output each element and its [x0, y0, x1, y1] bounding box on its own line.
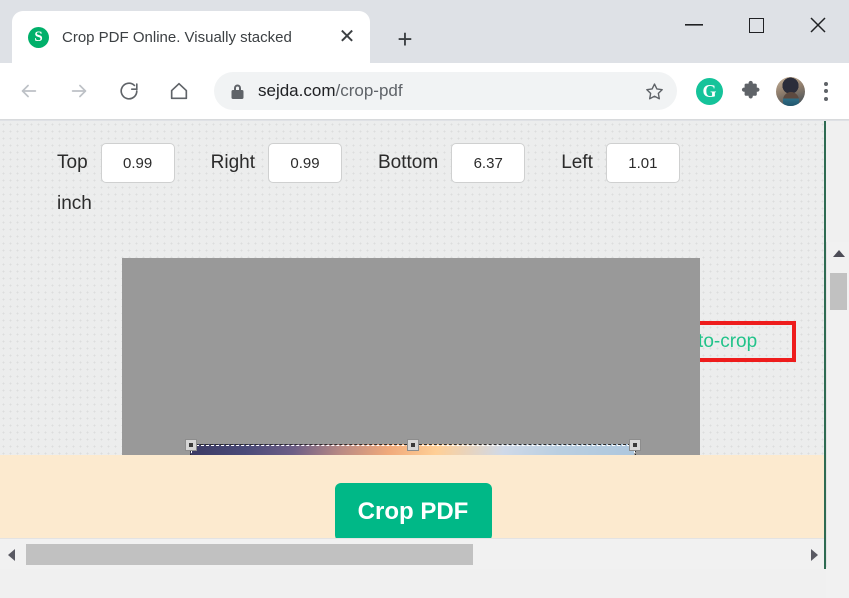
forward-arrow-icon[interactable] — [58, 70, 100, 112]
minimize-button[interactable] — [663, 0, 725, 50]
vertical-scroll-thumb[interactable] — [830, 273, 847, 310]
crop-field-top: Top 0.99 — [57, 143, 175, 183]
horizontal-scrollbar[interactable] — [0, 538, 824, 569]
crop-pdf-button[interactable]: Crop PDF — [334, 483, 492, 541]
grammarly-extension-icon[interactable]: G — [696, 77, 723, 105]
crop-field-top-label: Top — [57, 152, 88, 173]
url-text: sejda.com/crop-pdf — [258, 81, 637, 101]
tab-title: Crop PDF Online. Visually stacked — [62, 28, 292, 46]
unit-label: inch — [57, 193, 92, 214]
crop-margin-controls: Top 0.99 Right 0.99 Bottom 6.37 Left 1.0… — [0, 143, 800, 183]
menu-dot — [824, 81, 828, 86]
puzzle-piece-icon[interactable] — [739, 79, 763, 103]
crop-field-right-label: Right — [210, 152, 255, 173]
profile-avatar[interactable] — [776, 76, 805, 106]
page-viewport: Top 0.99 Right 0.99 Bottom 6.37 Left 1.0… — [0, 121, 849, 598]
back-arrow-icon[interactable] — [8, 70, 50, 112]
crop-field-bottom-label: Bottom — [378, 152, 439, 173]
horizontal-scroll-thumb[interactable] — [26, 544, 473, 565]
crop-field-left: Left 1.01 — [561, 143, 680, 183]
crop-field-right-input[interactable]: 0.99 — [268, 143, 342, 183]
scrollbar-corner — [826, 567, 849, 598]
crop-field-right: Right 0.99 — [211, 143, 342, 183]
crop-field-bottom: Bottom 6.37 — [378, 143, 526, 183]
crop-field-top-input[interactable]: 0.99 — [100, 143, 175, 183]
scroll-right-arrow-icon[interactable] — [803, 539, 824, 569]
scroll-left-arrow-icon[interactable] — [0, 539, 23, 569]
triangle-right — [811, 548, 818, 561]
browser-window: S Crop PDF Online. Visually stacked ✕ + — [0, 0, 849, 598]
crop-field-left-input[interactable]: 1.01 — [605, 143, 680, 183]
tab-strip: S Crop PDF Online. Visually stacked ✕ + — [0, 0, 849, 63]
triangle-left — [8, 548, 15, 561]
scroll-up-arrow-icon[interactable] — [827, 242, 849, 265]
url-domain: sejda.com — [258, 81, 336, 100]
home-icon[interactable] — [158, 70, 200, 112]
sejda-favicon-icon: S — [28, 26, 49, 48]
close-tab-icon[interactable]: ✕ — [334, 24, 360, 50]
star-icon[interactable] — [637, 74, 671, 108]
lock-icon — [230, 83, 245, 100]
crop-field-left-label: Left — [561, 152, 593, 173]
close-window-button[interactable] — [787, 0, 849, 50]
window-controls — [663, 0, 849, 50]
three-dot-menu-icon[interactable] — [811, 74, 841, 108]
grammarly-letter: G — [702, 81, 717, 101]
maximize-button[interactable] — [725, 0, 787, 50]
vertical-scrollbar[interactable] — [826, 242, 849, 598]
maximize-icon — [748, 17, 764, 33]
address-bar[interactable]: sejda.com/crop-pdf — [214, 72, 677, 110]
url-path: /crop-pdf — [335, 81, 403, 100]
browser-tab[interactable]: S Crop PDF Online. Visually stacked ✕ — [12, 11, 370, 63]
sejda-crop-page: Top 0.99 Right 0.99 Bottom 6.37 Left 1.0… — [0, 121, 826, 569]
reload-icon[interactable] — [108, 70, 150, 112]
triangle-up — [832, 250, 845, 257]
new-tab-button[interactable]: + — [388, 22, 422, 56]
menu-dot — [824, 96, 828, 101]
browser-toolbar: sejda.com/crop-pdf G — [0, 63, 849, 120]
menu-dot — [824, 89, 828, 93]
crop-field-bottom-input[interactable]: 6.37 — [451, 143, 526, 183]
favicon-letter: S — [34, 28, 43, 45]
